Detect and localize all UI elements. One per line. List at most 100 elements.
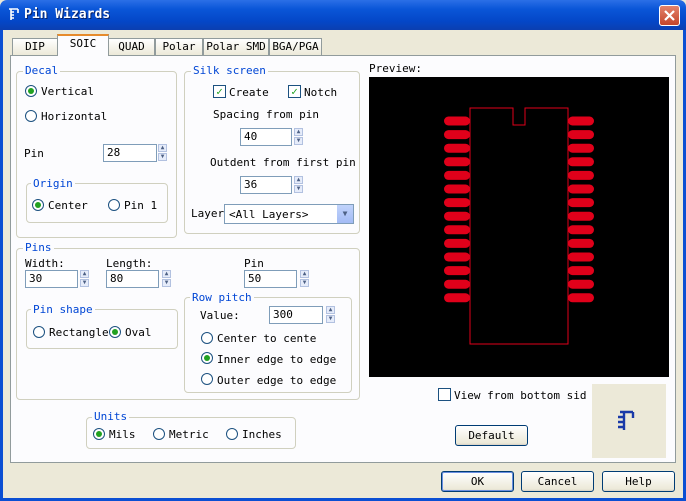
preview-canvas <box>369 77 669 377</box>
outdent-input[interactable]: 36 <box>240 176 292 194</box>
row-pitch-spinner[interactable]: ▲ ▼ <box>326 306 335 324</box>
spacing-input[interactable]: 40 <box>240 128 292 146</box>
row-pitch-legend: Row pitch <box>190 291 254 304</box>
spacing-spinner[interactable]: ▲ ▼ <box>294 128 303 146</box>
decal-pin-label: Pin <box>24 147 44 160</box>
pad-left-4 <box>444 157 470 167</box>
close-icon <box>664 10 675 21</box>
pad-left-1 <box>444 116 470 126</box>
silk-screen-legend: Silk screen <box>191 64 268 77</box>
create-label: Create <box>229 86 269 99</box>
pad-left-12 <box>444 266 470 276</box>
origin-center-radio[interactable] <box>32 199 44 211</box>
ok-button[interactable]: OK <box>441 471 514 492</box>
vertical-label: Vertical <box>41 85 94 98</box>
pad-left-13 <box>444 279 470 289</box>
units-legend: Units <box>92 410 130 423</box>
window-title: Pin Wizards <box>24 7 111 22</box>
outdent-label: Outdent from first pin <box>210 156 356 169</box>
pins-pin-label: Pin <box>244 257 264 270</box>
decal-pin-spinner[interactable]: ▲ ▼ <box>158 144 167 162</box>
pins-pin-spinner[interactable]: ▲ ▼ <box>300 270 309 288</box>
metric-radio[interactable] <box>153 428 165 440</box>
pins-legend: Pins <box>23 241 54 254</box>
help-button[interactable]: Help <box>602 471 675 492</box>
pad-left-6 <box>444 184 470 194</box>
pad-right-1 <box>568 116 594 126</box>
decal-legend: Decal <box>23 64 61 77</box>
pad-right-11 <box>568 252 594 262</box>
pad-right-9 <box>568 225 594 235</box>
pad-left-5 <box>444 170 470 180</box>
silk-outline <box>469 107 569 345</box>
pad-left-3 <box>444 143 470 153</box>
view-bottom-label: View from bottom sid <box>454 389 587 402</box>
inches-radio[interactable] <box>226 428 238 440</box>
tab-polar[interactable]: Polar <box>155 38 203 55</box>
decal-thumbnail <box>592 384 666 458</box>
pad-right-13 <box>568 279 594 289</box>
pin-shape-legend: Pin shape <box>31 303 95 316</box>
mils-radio[interactable] <box>93 428 105 440</box>
decal-pin-input[interactable]: 28 <box>103 144 157 162</box>
pin-wizard-thumb-icon <box>618 410 635 430</box>
create-checkbox[interactable]: ✓ <box>213 85 226 98</box>
outdent-spinner[interactable]: ▲ ▼ <box>294 176 303 194</box>
rectangle-label: Rectangle <box>49 326 109 339</box>
spacing-label: Spacing from pin <box>213 108 319 121</box>
outer-edge-label: Outer edge to edge <box>217 374 337 387</box>
pad-right-14 <box>568 293 594 303</box>
pad-right-8 <box>568 211 594 221</box>
origin-center-label: Center <box>48 199 88 212</box>
default-button[interactable]: Default <box>455 425 528 446</box>
window-frame-left <box>0 30 3 501</box>
tab-polar-smd[interactable]: Polar SMD <box>203 38 269 55</box>
length-input[interactable]: 80 <box>106 270 159 288</box>
pad-right-2 <box>568 130 594 140</box>
layer-select[interactable]: <All Layers> ▼ <box>224 204 354 224</box>
pad-right-4 <box>568 157 594 167</box>
oval-radio[interactable] <box>109 326 121 338</box>
center-to-center-label: Center to cente <box>217 332 317 345</box>
tab-bga-pga[interactable]: BGA/PGA <box>269 38 322 55</box>
pad-left-7 <box>444 198 470 208</box>
length-spinner[interactable]: ▲ ▼ <box>162 270 171 288</box>
pad-left-11 <box>444 252 470 262</box>
chevron-down-icon[interactable]: ▼ <box>336 205 353 223</box>
pad-right-3 <box>568 143 594 153</box>
tab-dip[interactable]: DIP <box>12 38 58 55</box>
length-label: Length: <box>106 257 153 270</box>
notch-checkbox[interactable]: ✓ <box>288 85 301 98</box>
rectangle-radio[interactable] <box>33 326 45 338</box>
outer-edge-radio[interactable] <box>201 373 213 385</box>
center-to-center-radio[interactable] <box>201 332 213 344</box>
notch-label: Notch <box>304 86 338 99</box>
pad-right-5 <box>568 170 594 180</box>
view-bottom-checkbox[interactable] <box>438 388 451 401</box>
width-label: Width: <box>25 257 65 270</box>
pad-left-9 <box>444 225 470 235</box>
metric-label: Metric <box>169 428 209 441</box>
pins-pin-input[interactable]: 50 <box>244 270 297 288</box>
pin-wizard-icon <box>6 7 21 22</box>
cancel-button[interactable]: Cancel <box>521 471 594 492</box>
pad-right-10 <box>568 238 594 248</box>
row-pitch-input[interactable]: 300 <box>269 306 323 324</box>
preview-drawing <box>444 107 594 345</box>
width-spinner[interactable]: ▲ ▼ <box>80 270 89 288</box>
pad-right-7 <box>568 198 594 208</box>
pad-left-8 <box>444 211 470 221</box>
pad-right-12 <box>568 266 594 276</box>
inches-label: Inches <box>242 428 282 441</box>
tab-soic[interactable]: SOIC <box>57 34 109 56</box>
vertical-radio[interactable] <box>25 85 37 97</box>
width-input[interactable]: 30 <box>25 270 78 288</box>
origin-pin1-radio[interactable] <box>108 199 120 211</box>
tab-quad[interactable]: QUAD <box>108 38 155 55</box>
horizontal-radio[interactable] <box>25 110 37 122</box>
origin-legend: Origin <box>31 177 75 190</box>
inner-edge-radio[interactable] <box>201 352 213 364</box>
close-button[interactable] <box>659 5 680 26</box>
pad-left-10 <box>444 238 470 248</box>
preview-label: Preview: <box>369 62 422 75</box>
